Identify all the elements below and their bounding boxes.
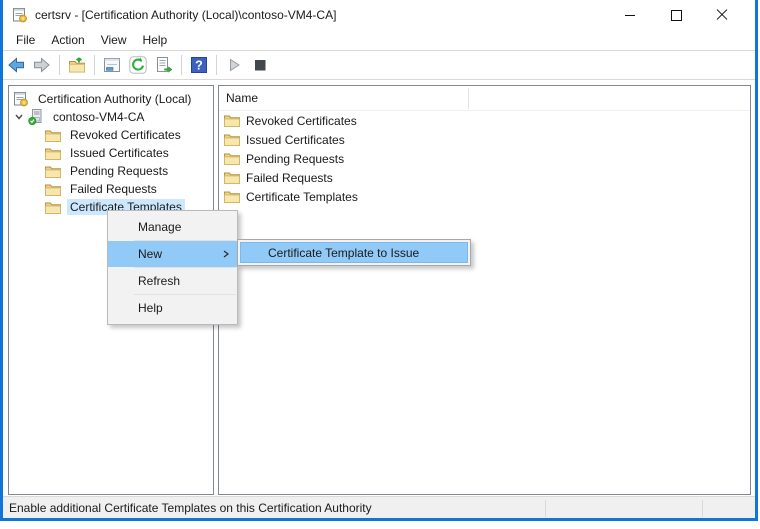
menu-file[interactable]: File bbox=[14, 32, 37, 48]
toolbar-separator bbox=[181, 55, 182, 75]
maximize-button[interactable] bbox=[653, 0, 699, 30]
results-pane: Name Revoked Certificates Issued Certifi… bbox=[218, 85, 751, 495]
toolbar bbox=[3, 50, 755, 80]
tree-node-failed-requests[interactable]: Failed Requests bbox=[9, 180, 213, 198]
folder-icon bbox=[45, 201, 61, 214]
submenu-certificate-template-to-issue[interactable]: Certificate Template to Issue bbox=[240, 242, 468, 263]
play-button[interactable] bbox=[221, 53, 247, 77]
window-title: certsrv - [Certification Authority (Loca… bbox=[35, 8, 336, 22]
status-text: Enable additional Certificate Templates … bbox=[9, 501, 372, 515]
console-window-icon bbox=[102, 55, 122, 75]
list-item-failed-requests[interactable]: Failed Requests bbox=[219, 168, 750, 187]
tree-node-label: Pending Requests bbox=[67, 163, 171, 179]
tree-node-issued-certificates[interactable]: Issued Certificates bbox=[9, 144, 213, 162]
maximize-icon bbox=[671, 10, 682, 21]
tree-node-revoked-certificates[interactable]: Revoked Certificates bbox=[9, 126, 213, 144]
export-list-button[interactable] bbox=[151, 53, 177, 77]
list-item-label: Failed Requests bbox=[246, 171, 333, 185]
expand-collapse-control[interactable] bbox=[13, 111, 25, 123]
column-header-name: Name bbox=[226, 91, 258, 105]
folder-icon bbox=[224, 152, 240, 165]
context-menu-help[interactable]: Help bbox=[108, 295, 237, 321]
title-bar: certsrv - [Certification Authority (Loca… bbox=[3, 0, 755, 30]
tree-node-label: Issued Certificates bbox=[67, 145, 172, 161]
submenu-chevron-icon bbox=[222, 249, 230, 259]
toolbar-separator bbox=[94, 55, 95, 75]
chevron-down-icon bbox=[13, 111, 25, 123]
help-button[interactable] bbox=[186, 53, 212, 77]
list-item-label: Pending Requests bbox=[246, 152, 344, 166]
ca-server-icon bbox=[28, 109, 44, 125]
folder-icon bbox=[45, 183, 61, 196]
forward-button[interactable] bbox=[29, 53, 55, 77]
statusbar-divider bbox=[545, 500, 546, 517]
toolbar-separator bbox=[59, 55, 60, 75]
up-one-level-icon bbox=[67, 55, 87, 75]
play-icon bbox=[224, 55, 244, 75]
refresh-button[interactable] bbox=[125, 53, 151, 77]
list-item-issued-certificates[interactable]: Issued Certificates bbox=[219, 130, 750, 149]
certsrv-app-icon bbox=[12, 7, 28, 23]
tree-node-label: Revoked Certificates bbox=[67, 127, 184, 143]
folder-icon bbox=[45, 165, 61, 178]
status-bar: Enable additional Certificate Templates … bbox=[3, 496, 755, 518]
folder-icon bbox=[45, 129, 61, 142]
minimize-icon bbox=[625, 15, 635, 16]
list-item-revoked-certificates[interactable]: Revoked Certificates bbox=[219, 111, 750, 130]
refresh-icon bbox=[128, 55, 148, 75]
back-icon bbox=[6, 55, 26, 75]
folder-icon bbox=[224, 190, 240, 203]
folder-icon bbox=[224, 133, 240, 146]
back-button[interactable] bbox=[3, 53, 29, 77]
minimize-button[interactable] bbox=[607, 0, 653, 30]
column-divider[interactable] bbox=[468, 88, 469, 109]
window-border-right bbox=[755, 0, 758, 521]
window-border-left bbox=[0, 0, 3, 521]
list-item-label: Issued Certificates bbox=[246, 133, 345, 147]
window-controls bbox=[607, 0, 745, 30]
stop-icon bbox=[250, 55, 270, 75]
forward-icon bbox=[32, 55, 52, 75]
list-item-certificate-templates[interactable]: Certificate Templates bbox=[219, 187, 750, 206]
folder-icon bbox=[224, 171, 240, 184]
menu-action[interactable]: Action bbox=[49, 32, 86, 48]
export-list-icon bbox=[154, 55, 174, 75]
context-menu: Manage New Refresh Help bbox=[107, 210, 238, 325]
folder-icon bbox=[224, 114, 240, 127]
tree-node-contoso-vm4-ca[interactable]: contoso-VM4-CA bbox=[9, 108, 213, 126]
up-one-level-button[interactable] bbox=[64, 53, 90, 77]
context-menu-manage[interactable]: Manage bbox=[108, 214, 237, 240]
context-submenu: Certificate Template to Issue bbox=[237, 239, 471, 266]
window-border-bottom bbox=[0, 518, 758, 521]
help-icon bbox=[189, 55, 209, 75]
close-icon bbox=[716, 9, 728, 21]
tree-node-pending-requests[interactable]: Pending Requests bbox=[9, 162, 213, 180]
certsrv-window: certsrv - [Certification Authority (Loca… bbox=[0, 0, 760, 521]
list-item-label: Revoked Certificates bbox=[246, 114, 357, 128]
list-item-label: Certificate Templates bbox=[246, 190, 358, 204]
menu-bar: File Action View Help bbox=[3, 30, 755, 50]
tree-node-label: Certification Authority (Local) bbox=[35, 91, 194, 107]
folder-icon bbox=[45, 147, 61, 160]
context-menu-new[interactable]: New bbox=[108, 241, 237, 267]
certification-authority-icon bbox=[13, 91, 29, 107]
close-button[interactable] bbox=[699, 0, 745, 30]
context-menu-new-label: New bbox=[138, 247, 162, 261]
stop-button[interactable] bbox=[247, 53, 273, 77]
menu-help[interactable]: Help bbox=[141, 32, 170, 48]
tree-node-certification-authority[interactable]: Certification Authority (Local) bbox=[9, 90, 213, 108]
console-window-button[interactable] bbox=[99, 53, 125, 77]
tree-node-label: Failed Requests bbox=[67, 181, 160, 197]
statusbar-divider bbox=[702, 500, 703, 517]
tree-node-label: contoso-VM4-CA bbox=[50, 109, 147, 125]
toolbar-separator bbox=[216, 55, 217, 75]
list-column-header[interactable]: Name bbox=[219, 86, 750, 111]
menu-view[interactable]: View bbox=[99, 32, 129, 48]
context-menu-refresh[interactable]: Refresh bbox=[108, 268, 237, 294]
list-item-pending-requests[interactable]: Pending Requests bbox=[219, 149, 750, 168]
